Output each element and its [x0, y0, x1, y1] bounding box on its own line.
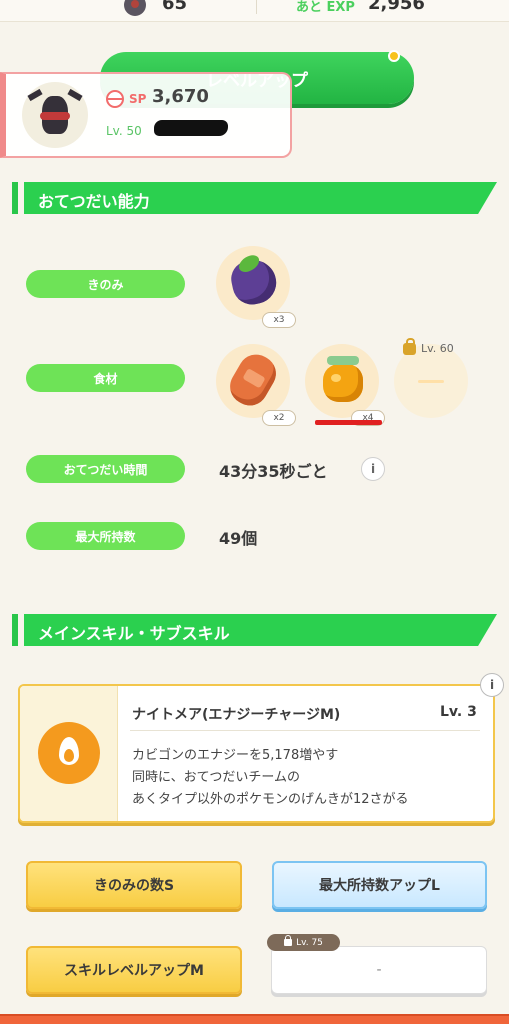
carry-limit-value: 49個: [219, 529, 258, 548]
main-skill-level: Lv. 3: [440, 704, 477, 720]
sp-value: 3,670: [152, 86, 209, 107]
berry-label: きのみ: [26, 270, 185, 298]
flame-inner: [64, 749, 74, 762]
subskill-lock-badge: Lv. 75: [267, 934, 340, 951]
locked-placeholder-dash: [418, 380, 444, 383]
skill-description-line-2: 同時に、おてつだいチームの: [132, 770, 300, 785]
sp-label: SP: [129, 92, 147, 106]
stats-divider: [256, 0, 257, 14]
pokeball-icon: [106, 90, 124, 108]
bread-tag: [242, 368, 266, 389]
berry-leaf: [236, 251, 263, 276]
pokemon-portrait: [22, 82, 88, 148]
ingredient-item-2[interactable]: x4: [305, 344, 385, 426]
section-header-assist: おてつだい能力: [0, 182, 497, 214]
section-header-skills: メインスキル・サブスキル: [0, 614, 497, 646]
lock-icon: [403, 338, 416, 355]
candy-count: 65: [162, 0, 188, 14]
honey-jar-lid: [327, 356, 359, 365]
subskill-button-3[interactable]: スキルレベルアップM: [26, 946, 242, 994]
pokemon-candy-icon: [124, 0, 146, 16]
exp-remaining-value: 2,956: [368, 0, 425, 14]
locked-ingredient-level: Lv. 60: [421, 342, 454, 355]
berry-icon: [227, 251, 281, 309]
top-stats-bar: 65 あと EXP 2,956: [0, 0, 509, 22]
bottom-nav-bar: [0, 1014, 509, 1024]
subskill-button-2[interactable]: 最大所持数アップL: [272, 861, 487, 909]
frequency-info-icon[interactable]: i: [361, 457, 385, 481]
ingredient-item-1[interactable]: x2: [216, 344, 296, 426]
section-title: メインスキル・サブスキル: [38, 624, 230, 643]
ingredient-label: 食材: [26, 364, 185, 392]
skill-divider: [130, 730, 480, 731]
lock-icon: [284, 935, 293, 946]
pokemon-summary-card: SP 3,670 Lv. 50: [0, 72, 292, 158]
frequency-value: 43分35秒ごと: [219, 462, 328, 481]
skill-description-line-1: カビゴンのエナジーを5,178増やす: [132, 748, 339, 763]
section-title: おてつだい能力: [38, 192, 150, 211]
ingredient-item-locked: [394, 344, 468, 418]
section-accent-bar: [12, 182, 18, 214]
ingredient-count-1: x2: [262, 410, 296, 426]
pokemon-level: Lv. 50: [106, 124, 142, 138]
main-skill-name: ナイトメア(エナジーチャージM): [132, 707, 341, 723]
frequency-label: おてつだい時間: [26, 455, 185, 483]
skill-description-line-3: あくタイプ以外のポケモンのげんきが12さがる: [132, 792, 409, 807]
subskill-button-locked[interactable]: -: [271, 946, 487, 994]
highlight-underline: [315, 420, 382, 425]
carry-limit-label: 最大所持数: [26, 522, 185, 550]
subskill-lock-level: Lv. 75: [296, 937, 323, 948]
honey-jar-body: [323, 364, 363, 402]
berry-item[interactable]: x3: [216, 246, 296, 328]
honey-jar-icon: [323, 356, 363, 402]
berry-count: x3: [262, 312, 296, 328]
portrait-spike-left: [27, 88, 43, 102]
flame-icon: [38, 722, 100, 784]
section-accent-bar: [12, 614, 18, 646]
main-skill-card[interactable]: ナイトメア(エナジーチャージM) Lv. 3 カビゴンのエナジーを5,178増や…: [18, 684, 495, 823]
portrait-collar: [40, 112, 70, 120]
portrait-spike-right: [67, 88, 83, 102]
skill-icon-panel: [20, 686, 118, 821]
exp-label: あと EXP: [296, 0, 355, 15]
redacted-name: [154, 120, 228, 136]
subskill-button-1[interactable]: きのみの数S: [26, 861, 242, 909]
bread-icon: [223, 347, 283, 413]
main-skill-info-icon[interactable]: i: [480, 673, 504, 697]
notification-dot: [388, 50, 400, 62]
